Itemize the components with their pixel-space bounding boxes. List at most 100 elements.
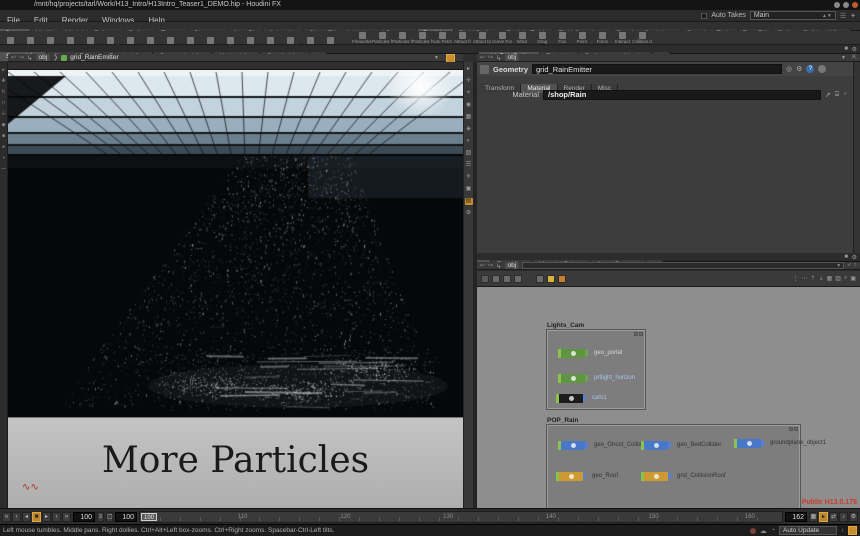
range-end-field[interactable]: 162: [785, 512, 807, 522]
tool-particles-f[interactable]: Particles f: [372, 31, 392, 45]
root-icon[interactable]: ↳: [27, 54, 32, 62]
node-geo_BedCollider[interactable]: [641, 441, 671, 450]
jump-up-icon[interactable]: [514, 275, 522, 283]
interrupt-icon[interactable]: [848, 526, 857, 535]
tool-particles-f[interactable]: Particles f: [412, 31, 432, 45]
objects-icon[interactable]: ◆: [2, 123, 6, 128]
lights-icon[interactable]: ☀: [465, 174, 473, 181]
close-button[interactable]: [852, 2, 858, 8]
auto-takes-checkbox[interactable]: [701, 13, 707, 19]
node-geo_portal[interactable]: [558, 349, 588, 358]
pane-maximize-icon[interactable]: ■: [844, 254, 848, 260]
scale-icon[interactable]: □: [2, 101, 5, 106]
jump-back-icon[interactable]: ⤶: [847, 262, 850, 269]
tool-auto-fetch[interactable]: Auto Fetch: [432, 31, 452, 45]
spacer[interactable]: [525, 275, 533, 283]
node-render-flag[interactable]: [583, 395, 586, 401]
notify-icon[interactable]: ✦: [850, 12, 856, 20]
shading-icon[interactable]: ◑: [2, 156, 5, 161]
flipbook-icon[interactable]: ▣: [465, 186, 473, 193]
node-render-flag[interactable]: [583, 473, 586, 479]
snap-icon[interactable]: ◉: [465, 102, 473, 109]
network-tool-icon-7[interactable]: ▣: [850, 275, 856, 282]
help-icon[interactable]: ?: [806, 65, 814, 73]
back-arrow-icon[interactable]: ↩: [480, 262, 485, 269]
node-render-flag[interactable]: [668, 442, 671, 448]
current-frame-field[interactable]: 100: [73, 512, 95, 522]
network-box-controls[interactable]: [634, 332, 643, 336]
forward-arrow-icon[interactable]: ↪: [488, 262, 493, 269]
flag-orange-icon[interactable]: [558, 275, 566, 283]
node-cam1[interactable]: [556, 394, 586, 403]
display-options-icon[interactable]: ☰: [465, 162, 473, 169]
select-icon[interactable]: ▸: [2, 68, 5, 73]
dynamics-icon[interactable]: ●: [2, 145, 5, 150]
node-render-flag[interactable]: [585, 350, 588, 356]
tool-point[interactable]: Point: [572, 31, 592, 45]
pin-params-icon[interactable]: [818, 65, 826, 73]
flag-yellow-icon[interactable]: [547, 275, 555, 283]
pin-pane-icon[interactable]: ⇱: [852, 54, 857, 61]
tool-curve-for[interactable]: Curve For: [492, 31, 512, 45]
camera-icon[interactable]: ◈: [465, 126, 473, 133]
pane-options-icon[interactable]: ⚙: [465, 210, 473, 217]
jump-start-button[interactable]: «: [2, 512, 11, 522]
stop-button[interactable]: ■: [32, 512, 41, 522]
network-search-icon[interactable]: ⌕: [854, 262, 857, 269]
new-node-icon[interactable]: [492, 275, 500, 283]
network-tool-icon-0[interactable]: ⋮: [793, 275, 799, 282]
network-box-controls[interactable]: [789, 427, 798, 431]
misc-icon[interactable]: —: [1, 167, 6, 172]
tool-collision-d[interactable]: Collision d: [632, 31, 652, 45]
node-geo_Roof[interactable]: [556, 472, 586, 481]
pane-menu-icon[interactable]: ⚙: [852, 254, 857, 261]
take-selector[interactable]: Main ▲▼: [750, 11, 836, 20]
pane-menu-icon[interactable]: ⚙: [852, 46, 857, 53]
jump-to-node-icon[interactable]: ⍈: [835, 91, 839, 99]
next-key-button[interactable]: ›: [52, 512, 61, 522]
recent-node-icon[interactable]: [536, 275, 544, 283]
audio-button[interactable]: ♪: [839, 512, 848, 522]
box-menu-icon[interactable]: [639, 332, 643, 336]
path-dropdown-icon[interactable]: ▼: [434, 55, 439, 61]
shade-mode-icon[interactable]: ◐: [465, 138, 473, 145]
prev-key-button[interactable]: ‹: [12, 512, 21, 522]
play-button[interactable]: ▸: [42, 512, 51, 522]
maximize-button[interactable]: [843, 2, 849, 8]
node-render-flag[interactable]: [761, 440, 764, 446]
playbar-display-button[interactable]: ▦: [809, 512, 818, 522]
playhead-marker[interactable]: 100: [141, 513, 157, 521]
network-box-pop_rain[interactable]: geo_Ghost_Collidergeo_BedCollidergroundp…: [547, 425, 800, 508]
network-tool-icon-4[interactable]: ▦: [827, 275, 833, 282]
path-root[interactable]: obj: [505, 54, 520, 61]
network-canvas[interactable]: Non-Public H13.0.178 Lights_Camgeo_porta…: [477, 287, 860, 508]
path-root[interactable]: obj: [505, 262, 520, 269]
tool-particles-f[interactable]: Particles f: [392, 31, 412, 45]
forward-arrow-icon[interactable]: ↪: [488, 54, 493, 61]
box-menu-icon[interactable]: [794, 427, 798, 431]
viewport-3d-render[interactable]: [8, 70, 463, 417]
network-tool-icon-6[interactable]: ⌕: [844, 275, 847, 282]
wireframe-icon[interactable]: ▧: [465, 150, 473, 157]
network-tool-icon-1[interactable]: ⋯: [802, 275, 808, 282]
tool-drag[interactable]: Drag: [532, 31, 552, 45]
network-tool-icon-2[interactable]: ⇡: [811, 275, 816, 282]
tool-attract-fr[interactable]: Attract fr: [452, 31, 472, 45]
render-view-icon[interactable]: ▤: [465, 198, 473, 205]
update-mode-selector[interactable]: Auto Update: [779, 526, 837, 535]
forward-arrow-icon[interactable]: ↪: [19, 54, 24, 61]
node-groundplane_object1[interactable]: [734, 439, 764, 448]
back-arrow-icon[interactable]: ↩: [11, 54, 16, 61]
timeline-slider[interactable]: 100 110120130140150160: [139, 511, 783, 523]
path-root[interactable]: obj: [36, 54, 51, 61]
geometry-icon[interactable]: ■: [2, 134, 5, 139]
input-selector-icon[interactable]: ◎: [786, 65, 792, 73]
jump-end-button[interactable]: »: [62, 512, 71, 522]
node-render-flag[interactable]: [585, 375, 588, 381]
tool-fan[interactable]: Fan: [552, 31, 572, 45]
open-chooser-icon[interactable]: ➚: [825, 91, 831, 99]
takes-menu-icon[interactable]: ☰: [840, 12, 846, 20]
param-scrollbar[interactable]: [853, 62, 860, 253]
pose-icon[interactable]: ☩: [1, 112, 5, 117]
node-grid_CollisionRoof[interactable]: [641, 472, 671, 481]
